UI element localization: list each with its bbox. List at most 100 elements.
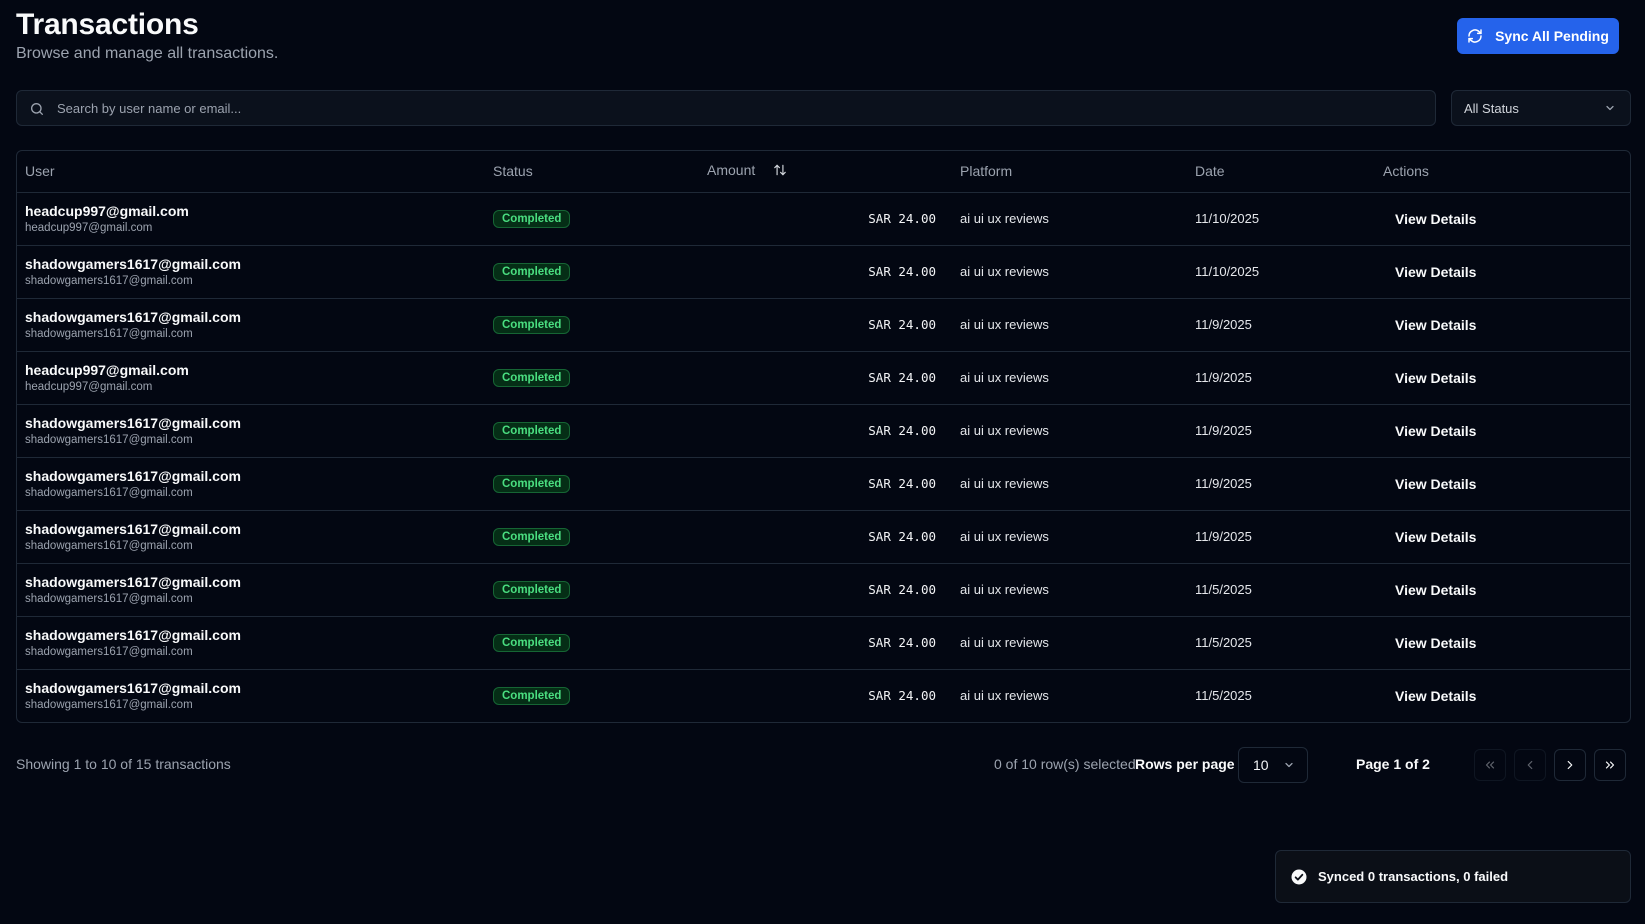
amount-cell: SAR 24.00 — [699, 192, 952, 246]
actions-cell: View Details — [1375, 351, 1630, 405]
table-row: headcup997@gmail.com headcup997@gmail.com… — [17, 351, 1630, 405]
user-name: headcup997@gmail.com — [25, 361, 189, 378]
user-cell: shadowgamers1617@gmail.com shadowgamers16… — [17, 298, 485, 352]
chevron-down-icon — [1285, 762, 1293, 768]
platform-cell: ai ui ux reviews — [952, 245, 1187, 299]
actions-cell: View Details — [1375, 245, 1630, 299]
table-row: shadowgamers1617@gmail.com shadowgamers16… — [17, 563, 1630, 617]
column-header-status: Status — [485, 151, 699, 193]
search-input[interactable] — [57, 91, 1427, 125]
user-name: headcup997@gmail.com — [25, 202, 189, 219]
status-cell: Completed — [485, 616, 699, 670]
view-details-button[interactable]: View Details — [1383, 423, 1476, 439]
table-header-row: User Status Amount Platform Date Actions — [17, 151, 1630, 193]
rows-per-page-label: Rows per page — [1135, 756, 1235, 772]
table-row: shadowgamers1617@gmail.com shadowgamers16… — [17, 669, 1630, 722]
status-badge: Completed — [493, 633, 571, 652]
user-cell: headcup997@gmail.com headcup997@gmail.com — [17, 351, 485, 405]
column-header-amount[interactable]: Amount — [699, 151, 952, 193]
rows-per-page-select[interactable]: 10 — [1238, 747, 1308, 783]
actions-cell: View Details — [1375, 404, 1630, 458]
user-email: shadowgamers1617@gmail.com — [25, 698, 193, 711]
actions-cell: View Details — [1375, 510, 1630, 564]
date-cell: 11/9/2025 — [1187, 351, 1375, 405]
transactions-page: Transactions Browse and manage all trans… — [0, 0, 1645, 924]
status-badge: Completed — [493, 686, 571, 705]
user-email: shadowgamers1617@gmail.com — [25, 327, 193, 340]
date-cell: 11/9/2025 — [1187, 457, 1375, 511]
page-indicator: Page 1 of 2 — [1356, 756, 1430, 772]
transactions-table: User Status Amount Platform Date Actions — [16, 150, 1631, 723]
view-details-button[interactable]: View Details — [1383, 476, 1476, 492]
chevron-right-icon — [1567, 760, 1573, 770]
chevron-down-icon — [1606, 105, 1614, 111]
filters-bar: All Status — [16, 90, 1631, 126]
pagination-footer: Showing 1 to 10 of 15 transactions 0 of … — [16, 747, 1631, 783]
platform-cell: ai ui ux reviews — [952, 616, 1187, 670]
rows-per-page-value: 10 — [1253, 757, 1269, 773]
last-page-button[interactable] — [1594, 749, 1626, 781]
user-cell: shadowgamers1617@gmail.com shadowgamers16… — [17, 245, 485, 299]
amount-cell: SAR 24.00 — [868, 688, 936, 704]
previous-page-button[interactable] — [1514, 749, 1546, 781]
platform-cell: ai ui ux reviews — [952, 192, 1187, 246]
amount-cell: SAR 24.00 — [699, 563, 952, 617]
toast-message: Synced 0 transactions, 0 failed — [1318, 869, 1509, 884]
view-details-button[interactable]: View Details — [1383, 370, 1476, 386]
view-details-button[interactable]: View Details — [1383, 264, 1476, 280]
amount-cell: SAR 24.00 — [699, 245, 952, 299]
view-details-button[interactable]: View Details — [1383, 635, 1476, 651]
status-cell: Completed — [485, 298, 699, 352]
amount-cell: SAR 24.00 — [699, 298, 952, 352]
status-cell: Completed — [485, 245, 699, 299]
first-page-button[interactable] — [1474, 749, 1506, 781]
column-header-user: User — [17, 151, 485, 193]
search-icon — [31, 103, 43, 115]
actions-cell: View Details — [1375, 616, 1630, 670]
column-header-platform: Platform — [952, 151, 1187, 193]
status-cell: Completed — [485, 192, 699, 246]
next-page-button[interactable] — [1554, 749, 1586, 781]
check-circle-icon — [1291, 869, 1307, 884]
user-name: shadowgamers1617@gmail.com — [25, 414, 241, 431]
user-cell: shadowgamers1617@gmail.com shadowgamers16… — [17, 510, 485, 564]
status-filter-select[interactable]: All Status — [1451, 90, 1631, 126]
date-cell: 11/5/2025 — [1195, 688, 1252, 704]
status-badge: Completed — [493, 315, 571, 334]
sync-all-pending-button[interactable]: Sync All Pending — [1457, 18, 1619, 54]
user-name: shadowgamers1617@gmail.com — [25, 255, 241, 272]
view-details-button[interactable]: View Details — [1383, 529, 1476, 545]
toast-notification: Synced 0 transactions, 0 failed — [1275, 850, 1631, 903]
actions-cell: View Details — [1375, 457, 1630, 511]
status-cell: Completed — [485, 351, 699, 405]
amount-cell: SAR 24.00 — [699, 457, 952, 511]
platform-cell: ai ui ux reviews — [960, 688, 1049, 704]
user-name: shadowgamers1617@gmail.com — [25, 573, 241, 590]
refresh-icon — [1468, 29, 1482, 43]
sync-button-label: Sync All Pending — [1495, 28, 1609, 44]
user-cell: shadowgamers1617@gmail.com shadowgamers16… — [17, 616, 485, 670]
user-email: headcup997@gmail.com — [25, 380, 153, 393]
chevron-left-icon — [1527, 760, 1533, 770]
chevrons-right-icon — [1605, 761, 1615, 769]
table-row: shadowgamers1617@gmail.com shadowgamers16… — [17, 457, 1630, 511]
view-details-button[interactable]: View Details — [1383, 688, 1476, 704]
user-email: headcup997@gmail.com — [25, 221, 153, 234]
status-cell: Completed — [485, 669, 699, 722]
date-cell: 11/5/2025 — [1187, 563, 1375, 617]
date-cell: 11/9/2025 — [1187, 298, 1375, 352]
table-row: shadowgamers1617@gmail.com shadowgamers16… — [17, 510, 1630, 564]
view-details-button[interactable]: View Details — [1383, 317, 1476, 333]
user-name: shadowgamers1617@gmail.com — [25, 467, 241, 484]
status-badge: Completed — [493, 209, 571, 228]
amount-cell: SAR 24.00 — [699, 510, 952, 564]
view-details-button[interactable]: View Details — [1383, 582, 1476, 598]
sort-arrows-icon[interactable] — [773, 163, 787, 180]
view-details-button[interactable]: View Details — [1383, 211, 1476, 227]
actions-cell: View Details — [1375, 563, 1630, 617]
platform-cell: ai ui ux reviews — [952, 510, 1187, 564]
status-cell: Completed — [485, 510, 699, 564]
status-cell: Completed — [485, 404, 699, 458]
amount-cell: SAR 24.00 — [699, 351, 952, 405]
status-cell: Completed — [485, 563, 699, 617]
